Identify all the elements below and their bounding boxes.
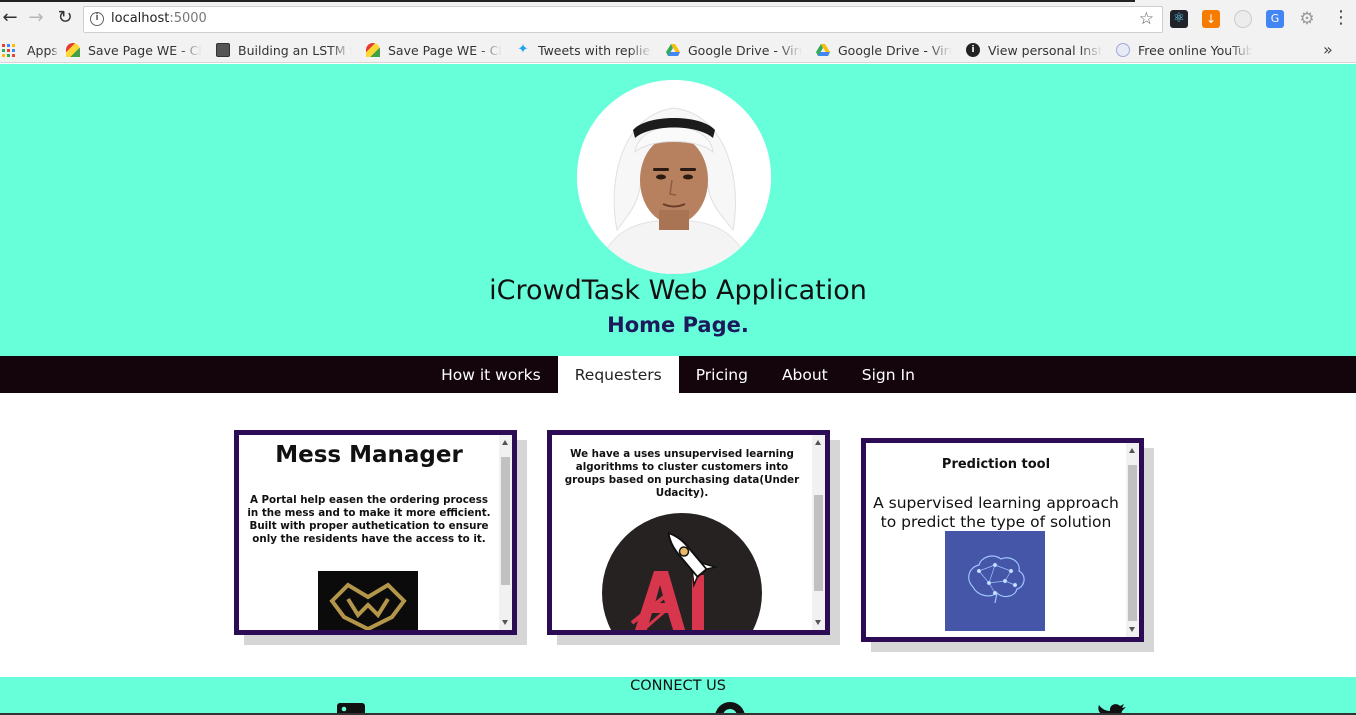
card-title: Prediction tool — [941, 457, 1051, 472]
document-icon — [216, 43, 230, 57]
bookmark-apps[interactable]: Apps — [2, 41, 58, 59]
google-translate-icon[interactable]: G — [1266, 10, 1284, 28]
github-icon[interactable] — [714, 701, 746, 713]
card-scrollbar[interactable] — [499, 435, 512, 630]
card-scrollbar[interactable] — [1126, 443, 1139, 637]
bookmark-label: Apps — [27, 42, 58, 58]
card-content: We have a uses unsupervised learning alg… — [552, 435, 812, 500]
hero-section: iCrowdTask Web Application Home Page. — [0, 64, 1356, 356]
scroll-up-icon[interactable] — [815, 440, 821, 445]
apps-grid-icon — [2, 43, 16, 57]
google-drive-icon — [816, 43, 830, 57]
scroll-down-icon[interactable] — [1129, 627, 1135, 632]
twitter-bird-icon: ✦ — [517, 42, 529, 57]
bookmark-item[interactable]: Free online YouTube — [1116, 41, 1252, 59]
project-card-prediction-tool[interactable]: Prediction tool A supervised learning ap… — [861, 438, 1144, 642]
save-page-we-icon — [366, 43, 380, 57]
scroll-down-icon[interactable] — [502, 620, 508, 625]
scroll-thumb[interactable] — [1128, 465, 1137, 621]
browser-menu-icon[interactable]: ⋮ — [1332, 8, 1350, 28]
url-port: :5000 — [169, 11, 207, 26]
bookmark-item[interactable]: Building an LSTM fr — [216, 41, 352, 59]
url-host: localhost — [111, 11, 170, 26]
bookmarks-bar: Apps Save Page WE - Chr Building an LSTM… — [0, 36, 1356, 63]
page-load-progress — [0, 0, 1135, 2]
card-description: A Portal help easen the ordering process… — [247, 494, 491, 545]
reload-icon[interactable]: ↻ — [55, 8, 75, 28]
download-extension-icon[interactable]: ↓ — [1202, 10, 1220, 28]
nav-how-it-works[interactable]: How it works — [424, 356, 558, 393]
bookmark-item[interactable]: i View personal Insta — [966, 41, 1102, 59]
site-info-icon[interactable]: i — [90, 12, 104, 26]
connect-heading: CONNECT US — [630, 678, 726, 694]
scroll-thumb[interactable] — [814, 495, 823, 591]
scroll-up-icon[interactable] — [1129, 448, 1135, 453]
bookmark-item[interactable]: Google Drive - Virus — [816, 41, 952, 59]
youtube-converter-icon — [1116, 43, 1130, 57]
bookmark-item[interactable]: ✦ Tweets with replies — [516, 41, 652, 59]
bookmark-label: Free online YouTube — [1138, 42, 1252, 58]
nav-requesters[interactable]: Requesters — [557, 356, 679, 393]
info-circle-icon: i — [966, 43, 980, 57]
twitter-icon[interactable] — [1096, 701, 1128, 713]
forward-arrow-icon[interactable]: → — [26, 8, 46, 28]
address-bar[interactable]: i localhost:5000 ☆ — [83, 6, 1163, 33]
scroll-down-icon[interactable] — [815, 620, 821, 625]
project-card-mess-manager[interactable]: Mess Manager A Portal help easen the ord… — [234, 430, 517, 635]
bookmark-star-icon[interactable]: ☆ — [1139, 9, 1154, 29]
brain-network-icon — [945, 531, 1045, 631]
react-devtools-icon[interactable]: ⚛ — [1170, 10, 1188, 28]
extension-icon[interactable] — [1234, 10, 1252, 28]
browser-toolbar: ← → ↻ i localhost:5000 ☆ ⚛ ↓ G ⚙ ⋮ — [0, 0, 1356, 36]
footer: CONNECT US — [0, 677, 1356, 715]
bookmark-item[interactable]: Save Page WE - Chr — [66, 41, 202, 59]
back-arrow-icon[interactable]: ← — [0, 8, 20, 28]
card-title: Mess Manager — [275, 442, 463, 468]
bookmark-label: Google Drive - Virus — [838, 42, 952, 58]
bookmark-item[interactable]: Google Drive - Virus — [666, 41, 802, 59]
bookmark-item[interactable]: Save Page WE - Chr — [366, 41, 502, 59]
page-subtitle: Home Page. — [607, 313, 749, 337]
scroll-up-icon[interactable] — [502, 440, 508, 445]
bookmark-label: Tweets with replies — [538, 42, 652, 58]
bookmark-label: Save Page WE - Chr — [388, 42, 502, 58]
settings-gear-icon[interactable]: ⚙ — [1298, 10, 1316, 28]
bookmark-label: Building an LSTM fr — [238, 42, 352, 58]
profile-photo-icon — [577, 80, 771, 274]
google-drive-icon — [666, 43, 680, 57]
card-scrollbar[interactable] — [812, 435, 825, 630]
card-description: We have a uses unsupervised learning alg… — [564, 448, 800, 499]
ai-rocket-logo-icon — [602, 513, 762, 630]
mess-manager-logo-icon — [318, 571, 418, 630]
bookmarks-overflow-icon[interactable]: » — [1323, 40, 1333, 59]
bookmark-label: View personal Insta — [988, 42, 1102, 58]
url-text[interactable]: localhost:5000 — [111, 11, 207, 26]
linkedin-icon[interactable] — [335, 701, 367, 713]
main-nav: How it works Requesters Pricing About Si… — [0, 356, 1356, 393]
card-content: Mess Manager A Portal help easen the ord… — [239, 435, 499, 546]
page-title: iCrowdTask Web Application — [489, 275, 867, 306]
profile-avatar — [577, 80, 771, 274]
save-page-we-icon — [66, 43, 80, 57]
scroll-thumb[interactable] — [501, 457, 510, 585]
nav-sign-in[interactable]: Sign In — [845, 356, 932, 393]
project-card-customer-segmentation[interactable]: We have a uses unsupervised learning alg… — [547, 430, 830, 635]
bookmark-label: Google Drive - Virus — [688, 42, 802, 58]
nav-about[interactable]: About — [765, 356, 845, 393]
bookmark-label: Save Page WE - Chr — [88, 42, 202, 58]
nav-pricing[interactable]: Pricing — [679, 356, 765, 393]
